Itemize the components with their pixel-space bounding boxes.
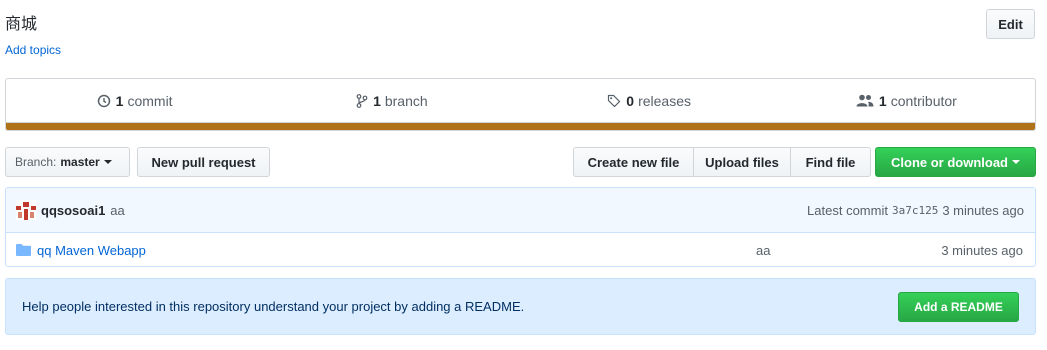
people-icon — [856, 94, 874, 107]
commit-age: 3 minutes ago — [942, 202, 1024, 218]
file-navigator: qqsosoai1 aa Latest commit 3a7c125 3 min… — [5, 187, 1036, 267]
language-bar[interactable] — [6, 122, 1035, 130]
upload-files-button[interactable]: Upload files — [693, 147, 791, 177]
folder-icon — [16, 244, 31, 256]
branch-select-value: master — [60, 155, 100, 169]
readme-prompt: Help people interested in this repositor… — [5, 278, 1036, 335]
branches-label: branch — [384, 92, 428, 109]
edit-description-button[interactable]: Edit — [986, 9, 1035, 39]
commit-sha-link[interactable]: 3a7c125 — [892, 204, 938, 217]
numbers-summary: 1 commit 1 branch 0 releases 1 contribut… — [6, 79, 1035, 122]
releases-label: releases — [638, 92, 691, 109]
latest-commit-bar: qqsosoai1 aa Latest commit 3a7c125 3 min… — [6, 188, 1035, 233]
branch-select-button[interactable]: Branch: master — [5, 147, 130, 177]
contributors-link[interactable]: 1 contributor — [778, 93, 1035, 109]
table-row: qq Maven Webapp aa 3 minutes ago — [6, 233, 1035, 266]
create-new-file-button[interactable]: Create new file — [573, 147, 694, 177]
releases-count: 0 — [626, 92, 635, 109]
file-link[interactable]: qq Maven Webapp — [16, 243, 146, 258]
history-icon — [97, 94, 110, 107]
find-file-button[interactable]: Find file — [790, 147, 871, 177]
commit-message-link[interactable]: aa — [110, 203, 124, 218]
clone-or-download-label: Clone or download — [891, 154, 1008, 170]
git-branch-icon — [356, 93, 368, 108]
file-name: qq Maven Webapp — [37, 242, 146, 258]
contributors-count: 1 — [878, 92, 887, 109]
repo-description: 商城 — [5, 14, 38, 33]
file-age: 3 minutes ago — [941, 242, 1023, 258]
clone-or-download-button[interactable]: Clone or download — [875, 147, 1036, 177]
chevron-down-icon — [1012, 160, 1020, 164]
chevron-down-icon — [103, 160, 112, 164]
commits-count: 1 — [115, 92, 124, 109]
branches-link[interactable]: 1 branch — [263, 93, 520, 109]
tag-icon — [608, 94, 621, 107]
latest-commit-label: Latest commit — [807, 202, 888, 218]
file-actions-group: Create new file Upload files Find file — [573, 147, 871, 177]
file-commit-message[interactable]: aa — [756, 243, 770, 258]
commits-label: commit — [127, 92, 173, 109]
add-readme-button[interactable]: Add a README — [898, 291, 1019, 322]
commit-author-link[interactable]: qqsosoai1 — [41, 203, 105, 218]
readme-prompt-text: Help people interested in this repositor… — [22, 299, 525, 314]
branches-count: 1 — [373, 92, 381, 109]
contributors-label: contributor — [890, 92, 957, 109]
releases-link[interactable]: 0 releases — [521, 93, 778, 109]
commits-link[interactable]: 1 commit — [6, 93, 263, 109]
avatar[interactable] — [16, 200, 36, 220]
repo-summary: 1 commit 1 branch 0 releases 1 contribut… — [5, 78, 1036, 131]
add-topics-link[interactable]: Add topics — [5, 43, 61, 57]
new-pull-request-button[interactable]: New pull request — [137, 147, 270, 177]
branch-select-label: Branch: — [15, 155, 57, 169]
